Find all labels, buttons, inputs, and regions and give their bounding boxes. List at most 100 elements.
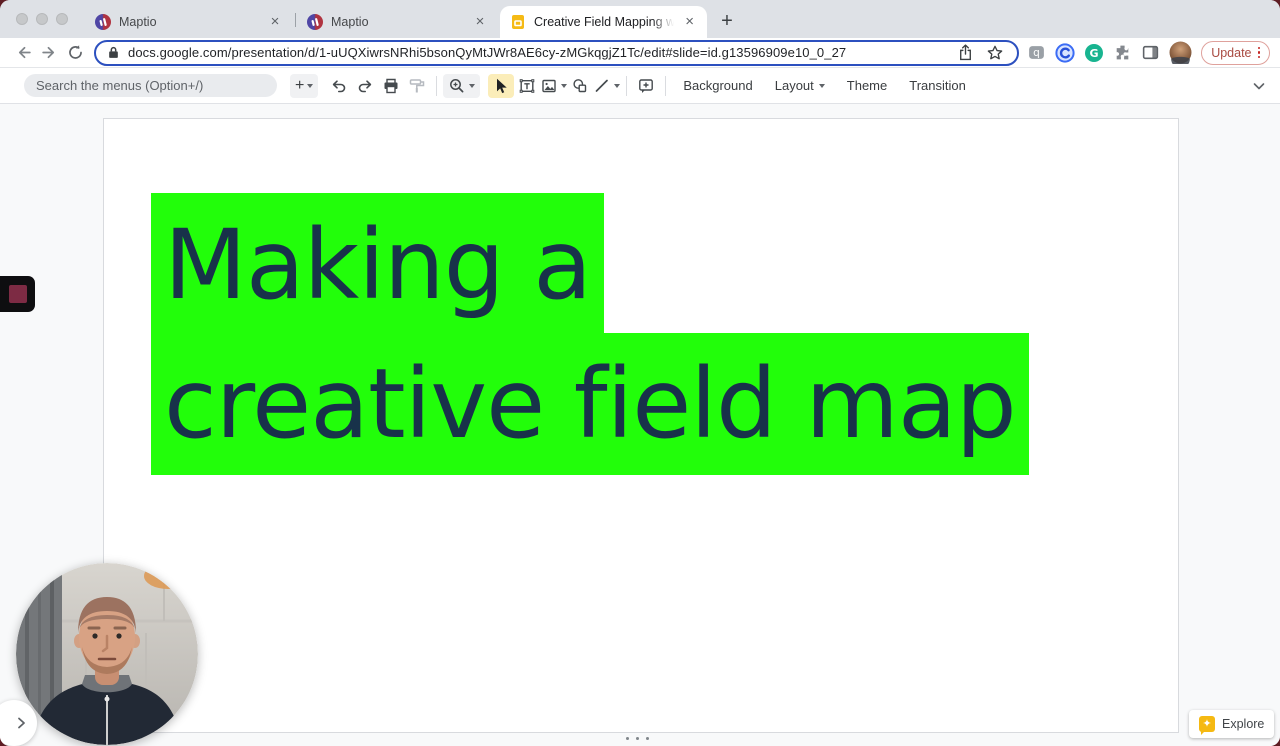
share-icon	[960, 44, 972, 61]
plus-icon: +	[295, 76, 305, 94]
presenter-video	[16, 563, 198, 745]
text-box-icon	[520, 78, 535, 93]
extension-blue-icon[interactable]	[1055, 42, 1075, 63]
tab-separator	[295, 13, 296, 27]
zoom-button[interactable]	[443, 73, 481, 98]
paint-roller-icon	[410, 78, 425, 92]
update-label: Update	[1211, 45, 1252, 60]
reload-icon	[68, 45, 82, 59]
chevron-right-icon	[18, 717, 25, 729]
maptio-favicon-icon	[307, 14, 323, 30]
search-menus-input[interactable]	[24, 74, 277, 97]
lock-icon	[109, 46, 118, 58]
maximize-window-button[interactable]	[56, 13, 68, 25]
expand-sidebar-button[interactable]	[0, 700, 37, 746]
maptio-favicon-icon	[95, 14, 111, 30]
address-bar[interactable]: docs.google.com/presentation/d/1-uUQXiwr…	[94, 39, 1020, 66]
new-slide-button[interactable]: +	[290, 73, 319, 98]
redo-button[interactable]	[352, 74, 378, 98]
layout-button[interactable]: Layout	[764, 73, 836, 99]
back-arrow-icon	[18, 46, 31, 59]
slides-toolbar: +	[0, 68, 1280, 104]
chevron-down-icon[interactable]	[307, 83, 314, 88]
theme-label: Theme	[846, 78, 888, 93]
url-text[interactable]: docs.google.com/presentation/d/1-uUQXiwr…	[128, 45, 958, 60]
text-box-button[interactable]	[514, 74, 540, 98]
back-button[interactable]	[10, 41, 36, 65]
theme-button[interactable]: Theme	[836, 73, 898, 99]
extension-chat-icon[interactable]: q	[1027, 43, 1046, 62]
toolbar-separator	[665, 75, 667, 96]
forward-button[interactable]	[36, 41, 62, 65]
browser-window: Maptio × Maptio × Creative Field Mapping…	[0, 0, 1280, 746]
comment-icon	[639, 78, 654, 93]
window-controls	[16, 13, 68, 25]
print-button[interactable]	[378, 74, 404, 98]
star-icon	[987, 45, 1003, 59]
tab-strip: Maptio × Maptio × Creative Field Mapping…	[0, 0, 1280, 38]
background-button[interactable]: Background	[672, 73, 763, 99]
tab-maptio-2[interactable]: Maptio ×	[297, 6, 499, 38]
chevron-down-icon	[818, 83, 825, 88]
explore-button[interactable]: Explore	[1189, 710, 1275, 738]
stop-recording-icon	[8, 285, 27, 303]
forward-arrow-icon	[41, 46, 54, 59]
side-panel-icon[interactable]	[1141, 43, 1160, 62]
toolbar-separator	[436, 75, 438, 96]
slide-title-line-2[interactable]: creative field map	[151, 333, 1029, 475]
insert-line-button[interactable]	[593, 74, 621, 98]
tab-title: Maptio	[331, 15, 369, 29]
cursor-icon	[497, 78, 508, 93]
print-icon	[384, 78, 398, 93]
tab-title: Creative Field Mapping worksh	[534, 15, 675, 29]
chrome-menu-icon[interactable]	[1257, 46, 1260, 59]
close-window-button[interactable]	[16, 13, 28, 25]
minimize-window-button[interactable]	[36, 13, 48, 25]
bookmark-button[interactable]	[987, 45, 1003, 61]
explore-sparkle-icon	[1199, 716, 1215, 735]
redo-icon	[359, 79, 372, 92]
webcam-bubble[interactable]	[16, 563, 198, 745]
image-icon	[542, 79, 557, 92]
slide-canvas[interactable]: Making a creative field map	[103, 118, 1179, 733]
insert-comment-button[interactable]	[633, 74, 659, 98]
transition-label: Transition	[909, 78, 966, 93]
chevron-down-icon[interactable]	[469, 83, 476, 88]
tab-close-icon[interactable]: ×	[471, 13, 489, 31]
tab-close-icon[interactable]: ×	[682, 13, 697, 31]
explore-label: Explore	[1222, 717, 1265, 731]
tab-title: Maptio	[119, 15, 157, 29]
editor-content-area: Making a creative field map ✦ Explore	[0, 104, 1280, 746]
insert-image-button[interactable]	[540, 74, 568, 98]
tab-slides-active[interactable]: Creative Field Mapping worksh ×	[500, 6, 707, 38]
layout-label: Layout	[774, 78, 814, 93]
zoom-icon	[450, 78, 464, 92]
select-tool-button[interactable]	[488, 73, 515, 98]
recording-stop-widget[interactable]	[0, 276, 35, 312]
slide-title-line-1[interactable]: Making a	[151, 193, 605, 338]
update-chrome-button[interactable]: Update	[1201, 40, 1270, 65]
undo-button[interactable]	[326, 74, 352, 98]
hide-menus-button[interactable]	[1250, 77, 1268, 95]
share-button[interactable]	[958, 44, 973, 61]
background-label: Background	[683, 78, 753, 93]
chevron-down-icon[interactable]	[614, 83, 621, 88]
paint-format-button[interactable]	[404, 74, 430, 98]
tab-maptio-1[interactable]: Maptio ×	[85, 6, 294, 38]
profile-avatar[interactable]	[1169, 41, 1192, 64]
svg-text:G: G	[1090, 47, 1099, 60]
toolbar-separator	[626, 75, 628, 96]
new-tab-button[interactable]: +	[714, 8, 740, 34]
line-icon	[595, 79, 609, 92]
reload-button[interactable]	[62, 41, 88, 65]
transition-button[interactable]: Transition	[898, 73, 977, 99]
speaker-notes-drag-handle[interactable]	[626, 737, 649, 740]
shapes-icon	[573, 78, 587, 92]
browser-navbar: docs.google.com/presentation/d/1-uUQXiwr…	[0, 38, 1280, 68]
extensions-puzzle-icon[interactable]	[1113, 43, 1132, 62]
undo-icon	[333, 79, 346, 92]
grammarly-icon[interactable]: G	[1084, 43, 1104, 63]
insert-shape-button[interactable]	[567, 74, 593, 98]
tab-close-icon[interactable]: ×	[266, 13, 284, 31]
extensions-row: q G Update	[1027, 40, 1270, 65]
